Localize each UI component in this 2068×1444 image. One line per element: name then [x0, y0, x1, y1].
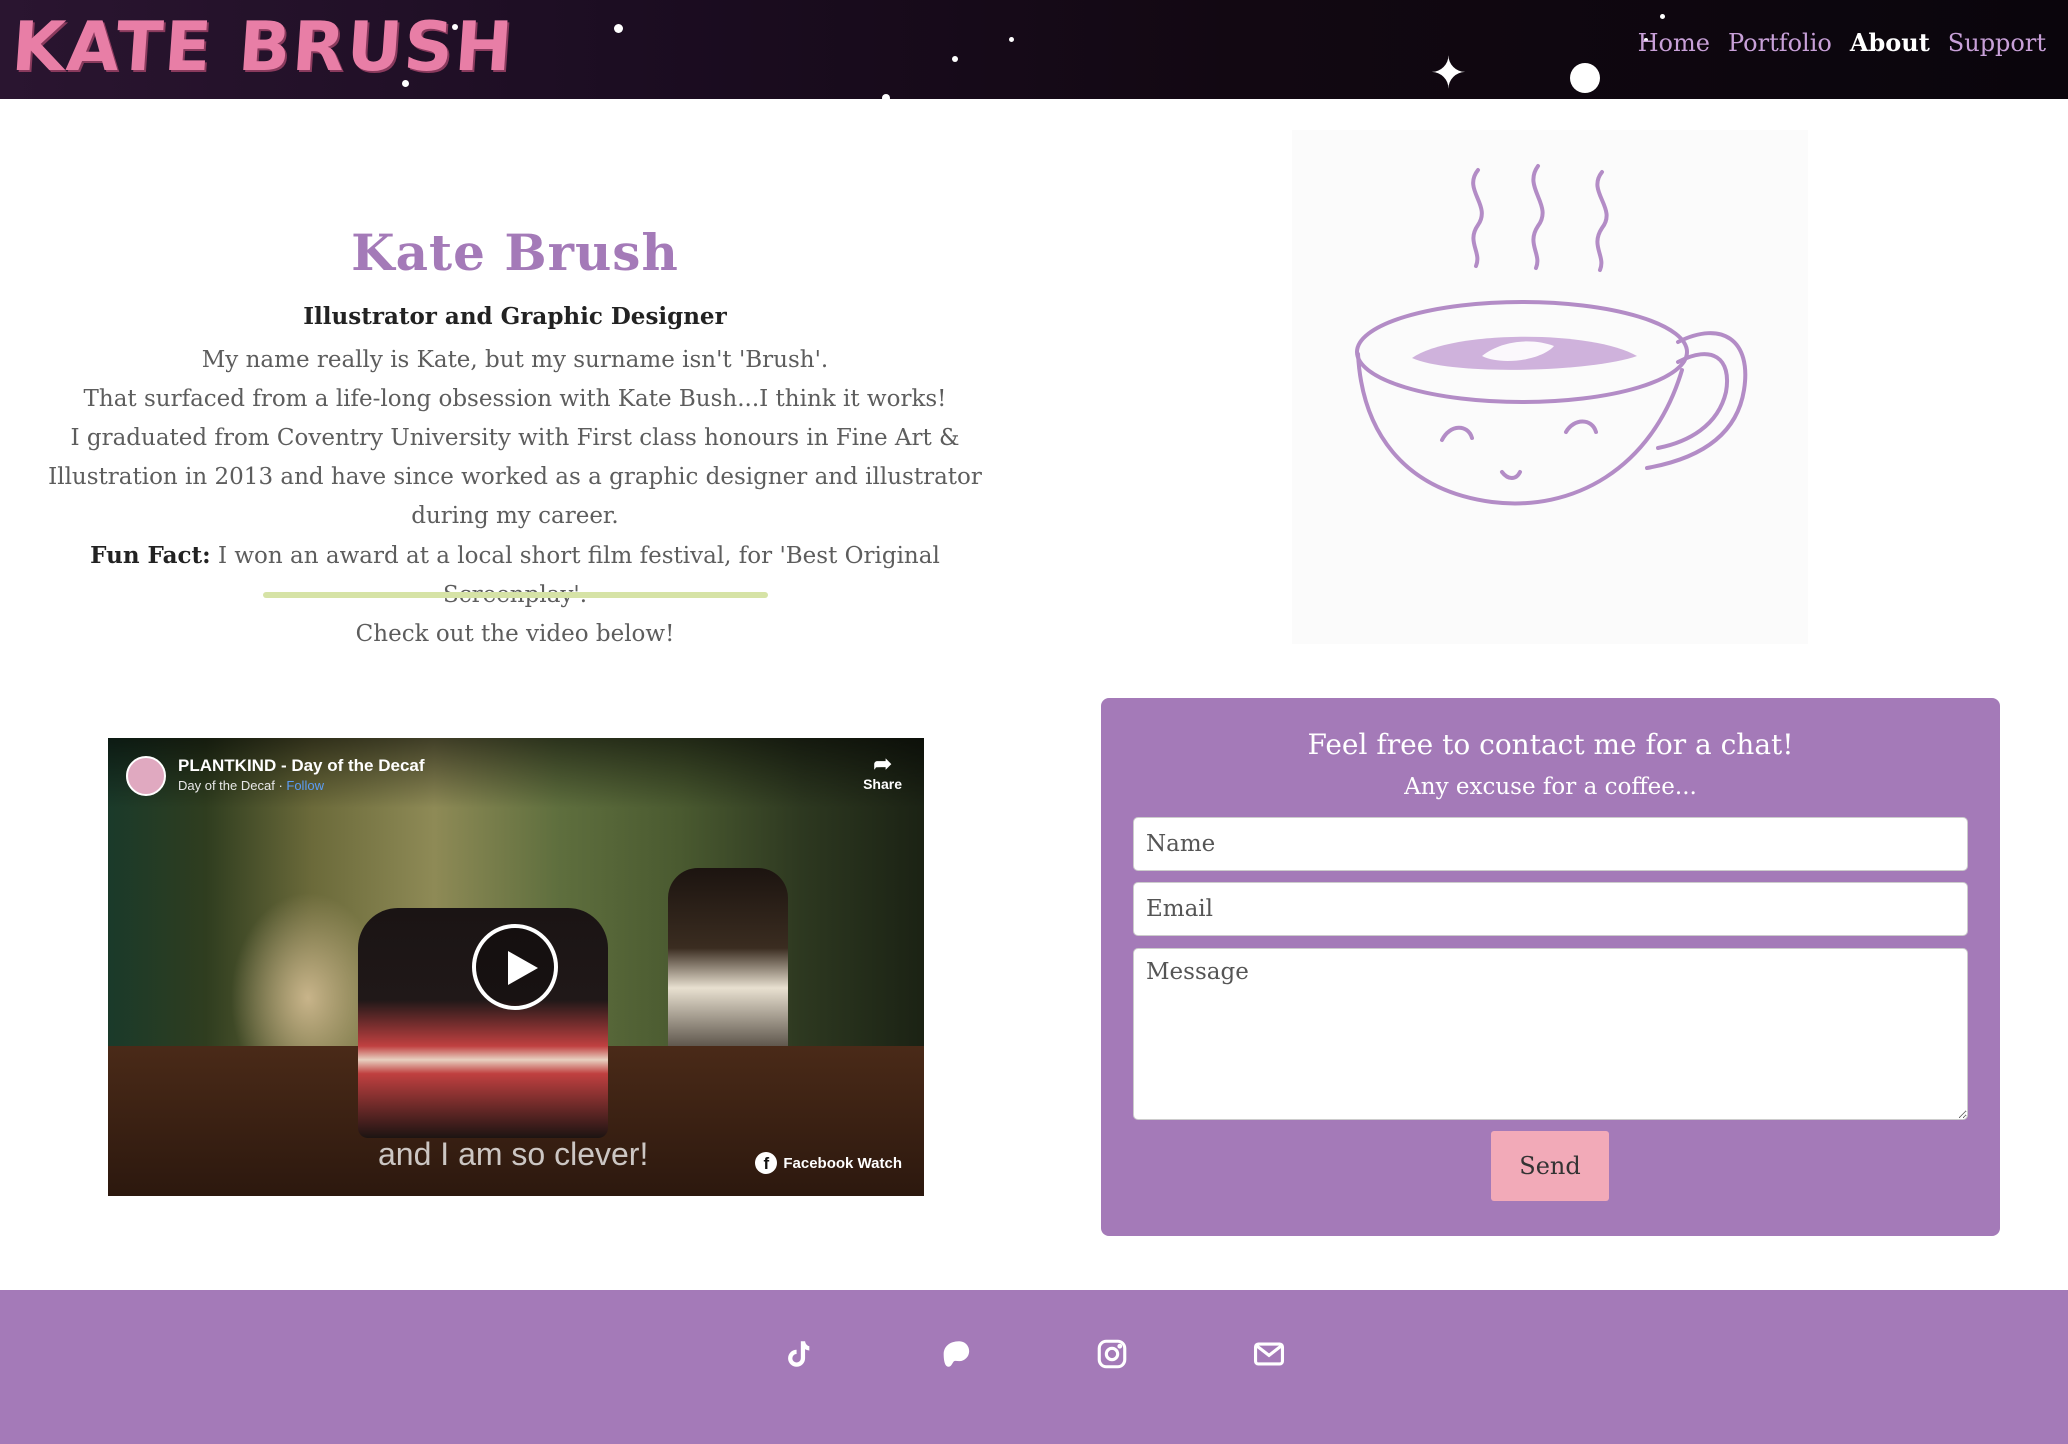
video-figure	[668, 868, 788, 1068]
coffee-cup-icon	[1355, 164, 1748, 506]
email-field[interactable]	[1133, 882, 1968, 936]
instagram-icon[interactable]	[1092, 1334, 1132, 1374]
facebook-watch-link[interactable]: f Facebook Watch	[755, 1152, 902, 1174]
share-button[interactable]: ➦ Share	[863, 751, 902, 793]
patreon-icon[interactable]	[935, 1334, 975, 1374]
sparkle-icon: ✦	[1430, 48, 1467, 99]
bio-line: Check out the video below!	[355, 621, 675, 647]
star-decoration	[952, 56, 958, 62]
star-decoration	[614, 24, 623, 33]
video-channel[interactable]: Day of the Decaf	[178, 778, 275, 793]
nav-about[interactable]: About	[1850, 28, 1930, 57]
site-header: ✦ KATE BRUSH Home Portfolio About Suppor…	[0, 0, 2068, 99]
fun-fact-text: I won an award at a local short film fes…	[217, 543, 940, 608]
nav-support[interactable]: Support	[1948, 29, 2046, 57]
divider	[263, 592, 768, 598]
contact-form: Feel free to contact me for a chat! Any …	[1101, 698, 2000, 1236]
page-avatar[interactable]	[126, 756, 166, 796]
nav-portfolio[interactable]: Portfolio	[1728, 29, 1832, 57]
star-decoration	[1009, 37, 1014, 42]
bio-line: That surfaced from a life-long obsession…	[83, 386, 947, 412]
star-decoration	[1660, 14, 1665, 19]
site-logo[interactable]: KATE BRUSH	[9, 4, 517, 92]
video-subtitle: and I am so clever!	[378, 1136, 649, 1172]
facebook-watch-label: Facebook Watch	[783, 1154, 902, 1172]
facebook-icon: f	[755, 1152, 778, 1174]
fun-fact: Fun Fact: I won an award at a local shor…	[15, 536, 1015, 615]
follow-link[interactable]: Follow	[286, 778, 324, 793]
share-label: Share	[863, 776, 902, 792]
contact-subheading: Any excuse for a coffee...	[1404, 774, 1697, 800]
contact-heading: Feel free to contact me for a chat!	[1307, 728, 1794, 761]
bio-line: I graduated from Coventry University wit…	[48, 425, 982, 529]
about-bio: My name really is Kate, but my surname i…	[15, 341, 1015, 654]
about-section: Kate Brush Illustrator and Graphic Desig…	[0, 99, 1030, 659]
share-icon: ➦	[873, 751, 892, 776]
moon-decoration	[1570, 63, 1600, 93]
name-field[interactable]	[1133, 817, 1968, 871]
video-meta: Day of the Decaf · Follow	[178, 778, 324, 793]
site-footer	[0, 1290, 2068, 1444]
bio-line: My name really is Kate, but my surname i…	[201, 347, 829, 373]
tiktok-icon[interactable]	[778, 1334, 818, 1374]
email-icon[interactable]	[1249, 1334, 1289, 1374]
message-field[interactable]	[1133, 948, 1968, 1120]
facebook-video-embed[interactable]: PLANTKIND - Day of the Decaf Day of the …	[108, 738, 924, 1196]
nav-home[interactable]: Home	[1638, 29, 1710, 57]
send-button[interactable]: Send	[1491, 1131, 1609, 1201]
coffee-cup-illustration	[1292, 130, 1808, 644]
video-title[interactable]: PLANTKIND - Day of the Decaf	[178, 756, 425, 776]
page-title: Kate Brush	[351, 223, 679, 282]
about-subtitle: Illustrator and Graphic Designer	[303, 303, 727, 330]
fun-fact-label: Fun Fact:	[90, 542, 211, 569]
main-nav: Home Portfolio About Support	[1638, 28, 2046, 57]
play-button[interactable]	[472, 924, 558, 1010]
meta-separator: ·	[274, 778, 287, 793]
